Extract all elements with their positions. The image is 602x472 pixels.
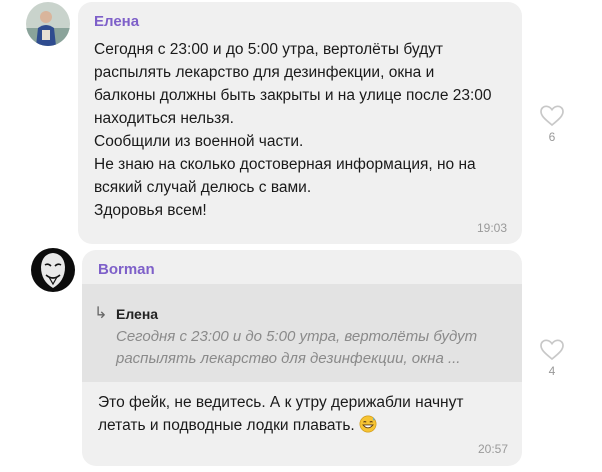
- message-bubble-borman[interactable]: Borman ↳ Елена Сегодня с 23:00 и до 5:00…: [82, 250, 522, 466]
- heart-outline-icon: [540, 105, 564, 127]
- avatar-borman[interactable]: [31, 248, 75, 292]
- message-text: Сегодня с 23:00 и до 5:00 утра, вертолёт…: [94, 41, 492, 219]
- quoted-reply[interactable]: ↳ Елена Сегодня с 23:00 и до 5:00 утра, …: [82, 284, 522, 382]
- reply-text: Сегодня с 23:00 и до 5:00 утра, вертолёт…: [116, 328, 478, 367]
- message-text: Это фейк, не ведитесь. А к утру дерижабл…: [98, 391, 518, 437]
- avatar-elena[interactable]: [26, 2, 70, 46]
- like-button[interactable]: 6: [537, 104, 567, 144]
- like-count: 4: [548, 364, 556, 378]
- sender-name[interactable]: Елена: [94, 13, 139, 30]
- heart-outline-icon: [540, 339, 564, 361]
- reply-arrow-icon: ↳: [94, 305, 108, 322]
- grinning-sweat-emoji: [359, 415, 377, 433]
- like-count: 6: [548, 130, 556, 144]
- message-text-content: Это фейк, не ведитесь. А к утру дерижабл…: [98, 394, 464, 434]
- like-button[interactable]: 4: [537, 338, 567, 378]
- sender-name[interactable]: Borman: [98, 261, 155, 278]
- message-bubble-elena[interactable]: Елена Сегодня с 23:00 и до 5:00 утра, ве…: [78, 2, 522, 244]
- message-timestamp: 19:03: [477, 221, 508, 235]
- reply-author: Елена: [116, 306, 159, 322]
- message-timestamp: 20:57: [478, 442, 509, 456]
